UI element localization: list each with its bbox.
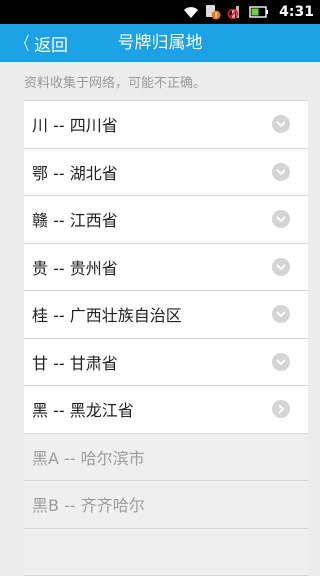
back-label: 返回 [34, 31, 68, 56]
chevron-down-icon [272, 210, 290, 228]
list-item-label: 黑 -- 黑龙江省 [32, 397, 134, 421]
chevron-down-icon [272, 115, 290, 133]
chevron-right-icon [272, 400, 290, 418]
back-button[interactable]: 〈 返回 [14, 24, 68, 62]
list-item-label: 赣 -- 江西省 [32, 207, 118, 231]
chevron-down-icon [272, 305, 290, 323]
province-list: 川 -- 四川省 鄂 -- 湖北省 赣 -- 江西省 贵 -- 贵州省 桂 --… [24, 100, 308, 576]
chevron-down-icon [272, 163, 290, 181]
list-item[interactable]: 赣 -- 江西省 [24, 196, 308, 244]
status-bar: 4:31 [0, 0, 320, 24]
list-item-label: 川 -- 四川省 [32, 112, 118, 136]
list-item-label: 贵 -- 贵州省 [32, 255, 118, 279]
wifi-icon [183, 5, 199, 19]
list-item-label: 甘 -- 甘肃省 [32, 350, 118, 374]
no-signal-icon [227, 4, 243, 20]
battery-icon [249, 5, 269, 19]
chevron-down-icon [272, 258, 290, 276]
list-item[interactable]: 鄂 -- 湖北省 [24, 149, 308, 197]
sub-list-item[interactable]: 黑A -- 哈尔滨市 [24, 434, 308, 482]
chevron-down-icon [272, 353, 290, 371]
list-item[interactable]: 川 -- 四川省 [24, 101, 308, 149]
sub-list-item[interactable] [24, 529, 308, 576]
status-time: 4:31 [279, 4, 314, 20]
disclaimer-notice: 资料收集于网络，可能不正确。 [24, 72, 304, 91]
list-item[interactable]: 甘 -- 甘肃省 [24, 339, 308, 387]
list-item[interactable]: 贵 -- 贵州省 [24, 244, 308, 292]
title-bar: 号牌归属地 〈 返回 [0, 24, 320, 62]
list-item-label: 桂 -- 广西壮族自治区 [32, 302, 182, 326]
sub-list-item-label: 黑A -- 哈尔滨市 [32, 445, 145, 469]
sub-list-item[interactable]: 黑B -- 齐齐哈尔 [24, 481, 308, 529]
list-item[interactable]: 桂 -- 广西壮族自治区 [24, 291, 308, 339]
list-item-label: 鄂 -- 湖北省 [32, 160, 118, 184]
chevron-left-icon: 〈 [17, 30, 30, 56]
sim-alert-icon [205, 4, 221, 20]
sub-list-item-label: 黑B -- 齐齐哈尔 [32, 492, 145, 516]
list-item-expanded[interactable]: 黑 -- 黑龙江省 [24, 386, 308, 434]
